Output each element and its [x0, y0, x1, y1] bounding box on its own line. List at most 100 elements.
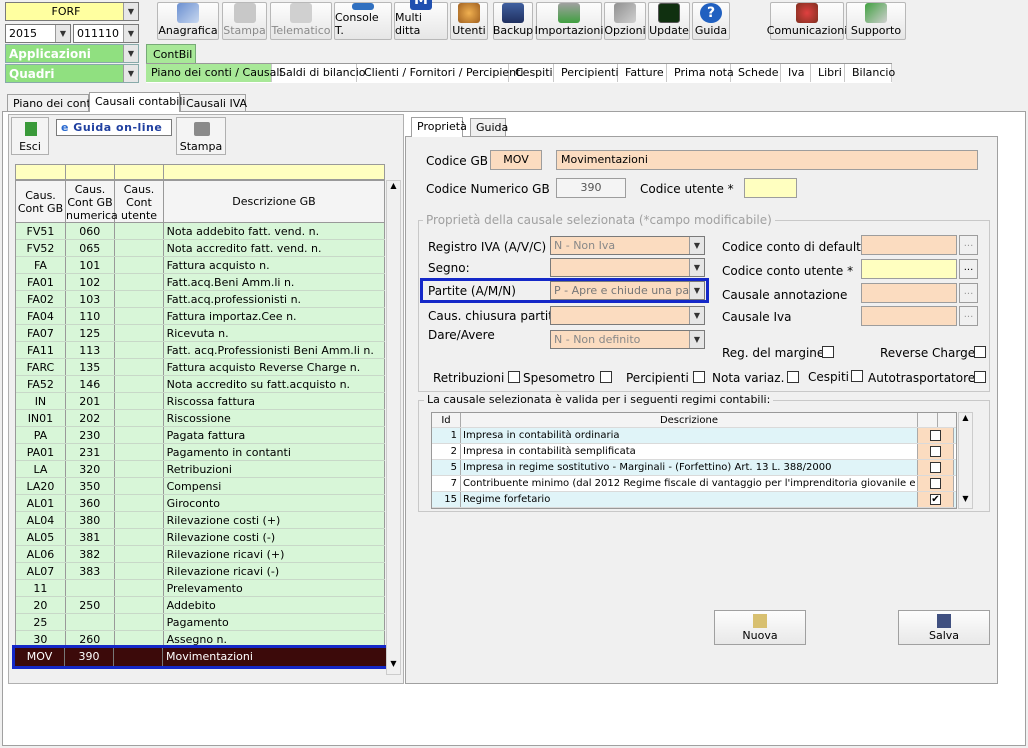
regime-row[interactable]: 2 Impresa in contabilità semplificata: [432, 444, 956, 460]
regime-checkbox[interactable]: [930, 430, 941, 441]
chevron-down-icon[interactable]: ▼: [689, 282, 704, 299]
table-row[interactable]: FV51 060 Nota addebito fatt. vend. n.: [16, 223, 385, 240]
console-button[interactable]: Console T.: [334, 2, 392, 40]
table-row[interactable]: PA01 231 Pagamento in contanti: [16, 444, 385, 461]
app-tab-contbil[interactable]: ContBil: [146, 44, 196, 64]
header-descrizione[interactable]: Descrizione GB: [164, 181, 384, 222]
dare-select[interactable]: N - Non definito ▼: [550, 330, 705, 349]
flag-nota-checkbox[interactable]: [787, 371, 799, 383]
segno-select[interactable]: ▼: [550, 258, 705, 277]
table-row[interactable]: AL06 382 Rilevazione ricavi (+): [16, 546, 385, 563]
backup-button[interactable]: Backup: [493, 2, 533, 40]
nav-tab-piano-conti[interactable]: Piano dei conti / Causali: [146, 64, 282, 82]
chevron-down-icon[interactable]: ▼: [123, 65, 138, 82]
header-caus-cont[interactable]: Caus. Cont GB: [16, 181, 66, 222]
chevron-down-icon[interactable]: ▼: [123, 25, 138, 42]
table-row[interactable]: AL01 360 Giroconto: [16, 495, 385, 512]
partite-select[interactable]: P - Apre e chiude una partita▼: [550, 281, 705, 300]
nav-tab-prima-nota[interactable]: Prima nota: [669, 64, 734, 82]
grid-filter-row[interactable]: [15, 164, 385, 180]
conto-default-field[interactable]: [861, 235, 957, 255]
flag-cespiti-checkbox[interactable]: [851, 370, 863, 382]
quadri-select[interactable]: Quadri ▼: [5, 64, 139, 83]
chiusura-select[interactable]: ▼: [550, 306, 705, 325]
regime-checkbox[interactable]: [930, 478, 941, 489]
table-row[interactable]: FA11 113 Fatt. acq.Professionisti Beni Amm…: [16, 342, 385, 359]
table-row[interactable]: AL05 381 Rilevazione costi (-): [16, 529, 385, 546]
chevron-down-icon[interactable]: ▼: [123, 45, 138, 62]
utenti-button[interactable]: Utenti: [450, 2, 488, 40]
nav-tab-iva[interactable]: Iva: [783, 64, 811, 82]
telematico-button[interactable]: Telematico: [270, 2, 332, 40]
chevron-down-icon[interactable]: ▼: [123, 3, 138, 20]
nav-tab-cespiti[interactable]: Cespiti: [510, 64, 554, 82]
year-select[interactable]: 2015 ▼: [5, 24, 71, 43]
codice-utente-field[interactable]: [744, 178, 797, 198]
subtab-causali-contabili[interactable]: Causali contabili: [89, 92, 185, 112]
nav-tab-percipienti[interactable]: Percipienti: [556, 64, 619, 82]
table-row[interactable]: FA07 125 Ricevuta n.: [16, 325, 385, 342]
table-row[interactable]: AL04 380 Rilevazione costi (+): [16, 512, 385, 529]
nav-tab-clienti[interactable]: Clienti / Fornitori / Percipienti: [359, 64, 523, 82]
flag-autotrasp-checkbox[interactable]: [974, 371, 986, 383]
regime-row[interactable]: 5 Impresa in regime sostitutivo - Margina…: [432, 460, 956, 476]
chevron-down-icon[interactable]: ▼: [55, 25, 70, 42]
chevron-down-icon[interactable]: ▼: [689, 331, 704, 348]
subtab-piano-conti[interactable]: Piano dei conti: [7, 94, 94, 112]
chevron-down-icon[interactable]: ▼: [689, 237, 704, 254]
table-row[interactable]: FARC 135 Fattura acquisto Reverse Charge n…: [16, 359, 385, 376]
table-row[interactable]: FA02 103 Fatt.acq.professionisti n.: [16, 291, 385, 308]
table-row[interactable]: FA52 146 Nota accredito su fatt.acquisto n…: [16, 376, 385, 393]
scroll-down-icon[interactable]: ▼: [387, 659, 400, 674]
flag-spesometro-checkbox[interactable]: [600, 371, 612, 383]
table-row[interactable]: FA01 102 Fatt.acq.Beni Amm.li n.: [16, 274, 385, 291]
flag-retribuzioni-checkbox[interactable]: [508, 371, 520, 383]
table-row[interactable]: LA 320 Retribuzioni: [16, 461, 385, 478]
chevron-down-icon[interactable]: ▼: [689, 307, 704, 324]
rtab-guida[interactable]: Guida: [470, 118, 508, 136]
codice-gb-desc-field[interactable]: Movimentazioni: [556, 150, 978, 170]
reverse-checkbox[interactable]: [974, 346, 986, 358]
regime-row[interactable]: 7 Contribuente minimo (dal 2012 Regime fi…: [432, 476, 956, 492]
anagrafica-button[interactable]: Anagrafica: [157, 2, 219, 40]
regime-checkbox[interactable]: [930, 462, 941, 473]
conto-default-lookup[interactable]: ...: [959, 235, 978, 255]
nav-tab-fatture[interactable]: Fatture: [620, 64, 667, 82]
regime-checkbox[interactable]: [930, 446, 941, 457]
code-select[interactable]: 011110 - ▼: [73, 24, 139, 43]
annotazione-field[interactable]: [861, 283, 957, 303]
table-row[interactable]: 25 Pagamento: [16, 614, 385, 631]
regime-row[interactable]: 15 Regime forfetario ✔: [432, 492, 956, 508]
table-row[interactable]: IN 201 Riscossa fattura: [16, 393, 385, 410]
rtab-proprieta[interactable]: Proprietà: [411, 117, 467, 137]
table-row[interactable]: FV52 065 Nota accredito fatt. vend. n.: [16, 240, 385, 257]
causale-iva-lookup[interactable]: ...: [959, 306, 978, 326]
causale-iva-field[interactable]: [861, 306, 957, 326]
conto-utente-field[interactable]: [861, 259, 957, 279]
regime-checkbox[interactable]: ✔: [930, 494, 941, 505]
opzioni-button[interactable]: Opzioni: [604, 2, 646, 40]
importazioni-button[interactable]: Importazioni: [535, 2, 603, 40]
salva-button[interactable]: Salva: [898, 610, 990, 645]
table-row[interactable]: LA20 350 Compensi: [16, 478, 385, 495]
applicazioni-select[interactable]: Applicazioni ▼: [5, 44, 139, 63]
table-row[interactable]: 11 Prelevamento: [16, 580, 385, 597]
annotazione-lookup[interactable]: ...: [959, 283, 978, 303]
margine-checkbox[interactable]: [822, 346, 834, 358]
table-row[interactable]: 20 250 Addebito: [16, 597, 385, 614]
company-select[interactable]: FORF ▼: [5, 2, 139, 21]
guida-online-button[interactable]: e Guida on-line: [56, 119, 172, 136]
nav-tab-schede[interactable]: Schede: [733, 64, 781, 82]
update-button[interactable]: Update: [648, 2, 690, 40]
header-caus-numerica[interactable]: Caus. Cont GB numerica: [66, 181, 118, 222]
chevron-down-icon[interactable]: ▼: [689, 259, 704, 276]
table-row[interactable]: FA04 110 Fattura importaz.Cee n.: [16, 308, 385, 325]
header-caus-utente[interactable]: Caus. Cont utente: [115, 181, 164, 222]
regime-row[interactable]: 1 Impresa in contabilità ordinaria: [432, 428, 956, 444]
table-row[interactable]: IN01 202 Riscossione: [16, 410, 385, 427]
scroll-up-icon[interactable]: ▲: [959, 413, 972, 427]
scroll-up-icon[interactable]: ▲: [387, 181, 400, 196]
comunicazioni-button[interactable]: Comunicazioni: [767, 2, 847, 40]
nav-tab-libri[interactable]: Libri: [813, 64, 845, 82]
registro-select[interactable]: N - Non Iva ▼: [550, 236, 705, 255]
